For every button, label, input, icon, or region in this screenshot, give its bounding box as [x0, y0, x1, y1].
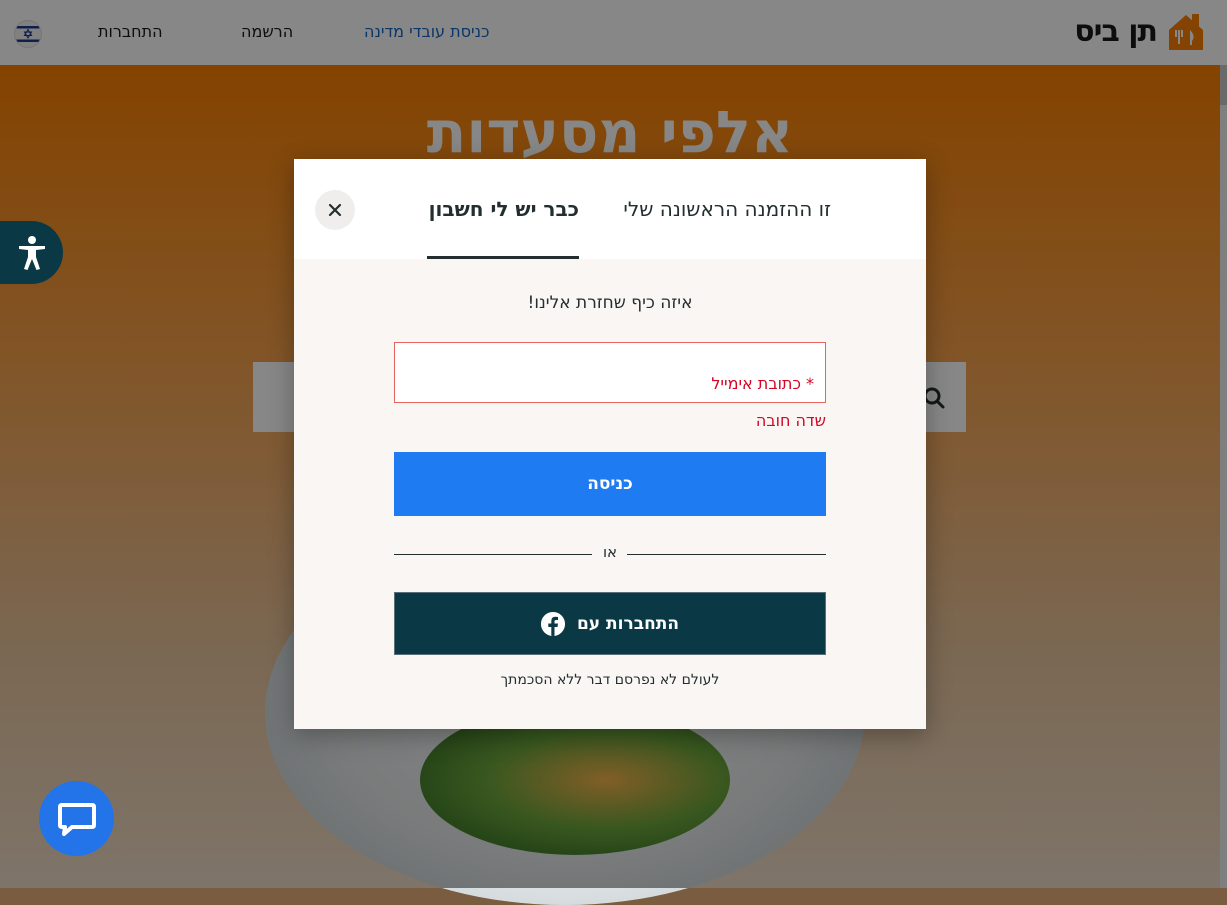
or-divider-text: או [602, 543, 618, 561]
email-field[interactable]: * כתובת אימייל [394, 342, 826, 403]
privacy-note: לעולם לא נפרסם דבר ללא הסכמתך [500, 672, 720, 688]
modal-header: זו ההזמנה הראשונה שלי כבר יש לי חשבון [294, 159, 926, 259]
close-button[interactable] [315, 190, 355, 230]
email-input[interactable] [403, 349, 817, 375]
accessibility-button[interactable] [0, 221, 63, 284]
live-chat-button[interactable] [39, 781, 114, 856]
tab-first-order[interactable]: זו ההזמנה הראשונה שלי [623, 197, 831, 221]
accessibility-icon [18, 235, 45, 270]
login-button[interactable]: כניסה [394, 452, 826, 516]
tab-existing-account[interactable]: כבר יש לי חשבון [429, 197, 579, 221]
close-icon [328, 203, 342, 217]
facebook-button-label: התחברות עם [576, 613, 680, 634]
active-tab-indicator [427, 256, 579, 259]
email-label: * כתובת אימייל [711, 374, 814, 393]
facebook-login-button[interactable]: התחברות עם [394, 592, 826, 655]
facebook-icon [540, 611, 565, 636]
chat-icon [57, 802, 96, 836]
divider-line-right [627, 554, 826, 555]
login-modal: זו ההזמנה הראשונה שלי כבר יש לי חשבון אי… [294, 159, 926, 729]
welcome-message: איזה כיף שחזרת אלינו! [527, 293, 693, 313]
email-error-text: שדה חובה [755, 411, 826, 430]
